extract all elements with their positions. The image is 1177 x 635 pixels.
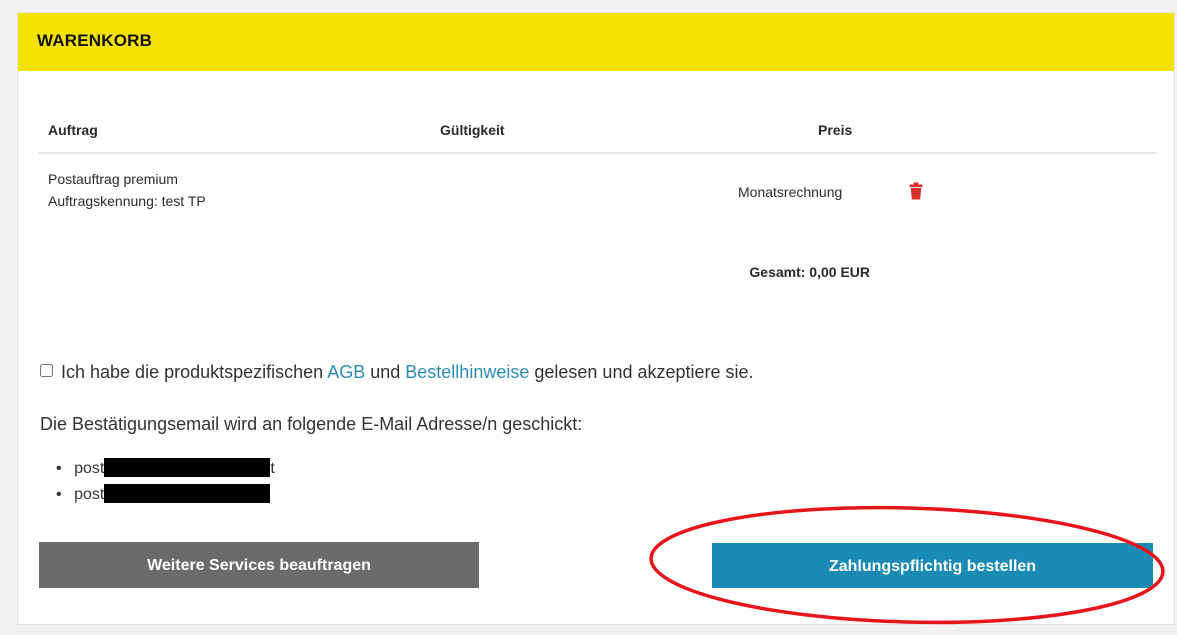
email-prefix: post <box>74 486 105 503</box>
consent-text-before: Ich habe die produktspezifischen <box>61 362 324 382</box>
more-services-button[interactable]: Weitere Services beauftragen <box>39 542 479 588</box>
redaction-bar <box>104 458 271 477</box>
column-header-price: Preis <box>818 122 853 138</box>
email-list: post t post <box>56 458 275 510</box>
cart-title: WARENKORB <box>37 31 153 50</box>
email-suffix: t <box>270 460 275 477</box>
consent-text-after: gelesen und akzeptiere sie. <box>534 362 754 382</box>
redaction-bar <box>104 484 271 503</box>
email-item: post <box>56 484 275 510</box>
column-header-order: Auftrag <box>48 122 98 138</box>
agb-link[interactable]: AGB <box>327 362 365 382</box>
order-hints-link[interactable]: Bestellhinweise <box>405 362 529 382</box>
row-price: Monatsrechnung <box>738 184 843 200</box>
cart-panel: WARENKORB Auftrag Gültigkeit Preis Posta… <box>17 12 1175 625</box>
cart-header: WARENKORB <box>18 13 1174 71</box>
consent-text-and: und <box>370 362 401 382</box>
order-paid-button[interactable]: Zahlungspflichtig bestellen <box>712 543 1153 588</box>
cart-total: Gesamt: 0,00 EUR <box>749 264 870 280</box>
trash-icon[interactable] <box>909 182 923 200</box>
email-prefix: post <box>74 460 105 477</box>
terms-consent: Ich habe die produktspezifischen AGB und… <box>40 362 754 383</box>
email-item: post t <box>56 458 275 484</box>
order-identifier: Auftragskennung: test TP <box>48 193 206 209</box>
terms-checkbox[interactable] <box>40 364 53 377</box>
confirmation-info: Die Bestätigungsemail wird an folgende E… <box>40 414 583 434</box>
column-header-validity: Gültigkeit <box>440 122 505 138</box>
product-name: Postauftrag premium <box>48 171 178 187</box>
table-divider <box>38 152 1156 154</box>
